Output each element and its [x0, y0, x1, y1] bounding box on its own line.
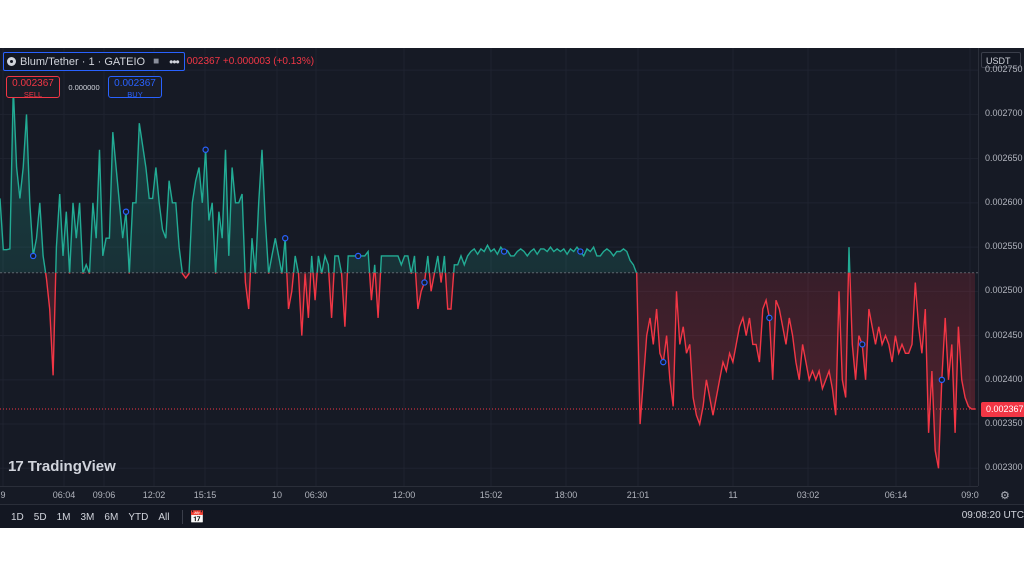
price-tick-label: 0.002750 — [985, 64, 1023, 75]
event-marker — [660, 358, 667, 366]
last-price-tag: 0.002367 — [981, 402, 1024, 418]
time-tick-label: 18:00 — [554, 490, 578, 500]
chart-window: Blum/Tether · 1 · GATEIO ■ ••• 002367 +0… — [0, 48, 1024, 528]
time-tick-label: 06:14 — [884, 490, 908, 500]
bottom-toolbar: 1D 5D 1M 3M 6M YTD All 📅 09:08:20 UTC — [0, 504, 1024, 528]
event-marker — [122, 208, 130, 215]
sell-button[interactable]: 0.002367 SELL — [6, 76, 60, 99]
range-button-1m[interactable]: 1M — [52, 512, 76, 523]
time-tick-label: 15:15 — [193, 490, 217, 500]
range-button-6m[interactable]: 6M — [99, 512, 123, 523]
price-tick-label: 0.002350 — [985, 418, 1023, 429]
buy-button[interactable]: 0.002367 BUY — [108, 76, 162, 99]
event-marker — [500, 248, 508, 255]
time-tick-label: 09:0 — [961, 490, 979, 500]
event-marker — [354, 252, 362, 260]
time-tick-label: 06:30 — [304, 490, 328, 500]
event-marker — [766, 314, 773, 322]
event-marker — [282, 235, 289, 242]
price-tick-label: 0.002550 — [985, 241, 1023, 252]
tradingview-watermark: 17 TradingView — [8, 458, 116, 475]
time-axis[interactable]: 9 06:04 09:06 12:02 15:15 10 06:30 12:00 15:02 18… — [0, 486, 979, 504]
ohlc-values: 002367 +0.000003 (+0.13%) — [186, 56, 315, 67]
time-tick-label: 09:06 — [92, 490, 116, 500]
blum-logo-icon — [7, 57, 16, 66]
event-marker — [859, 341, 866, 348]
price-tick-label: 0.002700 — [985, 108, 1023, 119]
price-tick-label: 0.002400 — [985, 373, 1023, 384]
range-button-1d[interactable]: 1D — [0, 512, 29, 523]
sell-price: 0.002367 — [12, 78, 54, 89]
price-tick-label: 0.002450 — [985, 329, 1023, 340]
range-button-3m[interactable]: 3M — [76, 512, 100, 523]
price-axis[interactable]: USDT 0.002750 0.002700 0.002650 0.002600 0.0… — [978, 48, 1024, 486]
sell-label: SELL — [23, 90, 43, 99]
range-button-5d[interactable]: 5D — [29, 512, 52, 523]
range-button-all[interactable]: All — [153, 512, 174, 523]
price-tick-label: 0.002650 — [985, 152, 1023, 163]
symbol-legend: Blum/Tether · 1 · GATEIO ■ ••• 002367 +0… — [3, 52, 315, 71]
settings-icon[interactable]: ⚙ — [1000, 489, 1012, 502]
time-tick-label: 12:00 — [392, 490, 416, 500]
time-tick-label: 11 — [728, 490, 738, 500]
date-range-group: 1D 5D 1M 3M 6M YTD All — [0, 512, 174, 523]
price-tick-label: 0.002300 — [985, 462, 1023, 473]
time-tick-label: 03:02 — [796, 490, 820, 500]
event-marker — [577, 248, 584, 255]
toolbar-divider — [182, 510, 184, 524]
time-tick-label: 12:02 — [142, 490, 166, 500]
more-dots-icon[interactable]: ••• — [169, 55, 180, 69]
time-tick-label: 21:01 — [626, 490, 650, 500]
time-tick-label: 15:02 — [479, 490, 503, 500]
time-tick-label: 06:04 — [52, 490, 76, 500]
buy-label: BUY — [127, 90, 143, 99]
event-marker — [202, 146, 209, 153]
utc-clock[interactable]: 09:08:20 UTC — [962, 510, 1024, 521]
time-tick-label: 10 — [271, 490, 283, 500]
tradingview-brand: TradingView — [27, 458, 116, 475]
tradingview-logo-icon: 17 — [8, 458, 24, 475]
event-marker — [938, 376, 946, 384]
price-tick-label: 0.002500 — [985, 285, 1023, 296]
trade-panel: 0.002367 SELL 0.000000 0.002367 BUY — [6, 76, 162, 99]
event-marker — [421, 279, 428, 286]
range-button-ytd[interactable]: YTD — [123, 512, 153, 523]
symbol-title: Blum/Tether · 1 · GATEIO — [20, 55, 146, 68]
area-below-baseline — [0, 272, 975, 469]
price-chart[interactable] — [0, 48, 978, 486]
price-tick-label: 0.002600 — [985, 196, 1023, 207]
symbol-title-box[interactable]: Blum/Tether · 1 · GATEIO ■ ••• — [3, 52, 185, 71]
time-tick-label: 9 — [0, 490, 6, 500]
spread-value: 0.000000 — [68, 82, 100, 92]
calendar-range-icon[interactable]: 📅 — [189, 510, 204, 524]
compare-icon[interactable]: ■ — [153, 56, 159, 67]
buy-price: 0.002367 — [114, 78, 156, 89]
event-marker — [29, 252, 37, 260]
